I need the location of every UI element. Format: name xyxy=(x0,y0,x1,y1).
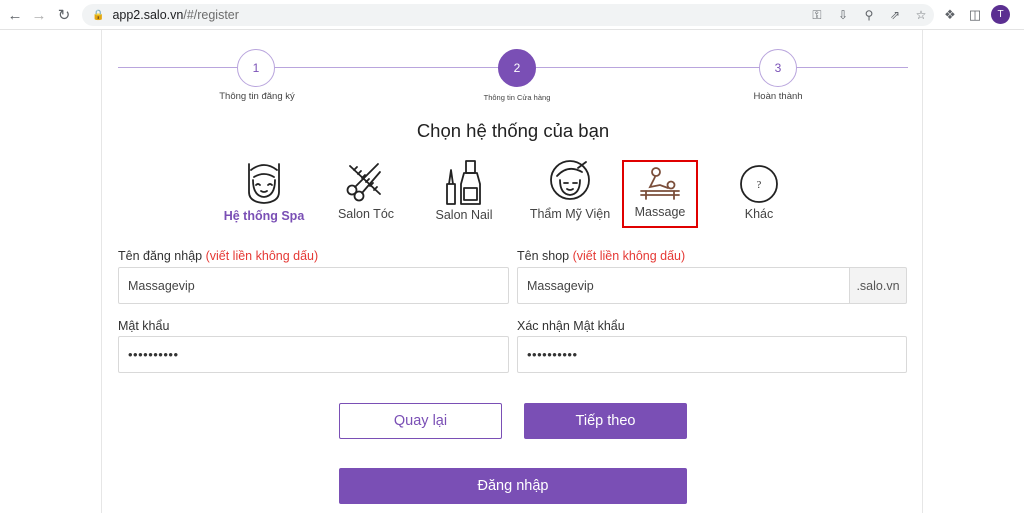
system-label-salon-toc: Salon Tóc xyxy=(337,207,395,221)
extensions-puzzle-icon[interactable]: ❖ xyxy=(939,4,961,26)
shop-hint: (viết liền không dấu) xyxy=(572,249,686,263)
svg-text:?: ? xyxy=(757,180,762,191)
question-icon: ? xyxy=(740,165,778,203)
step-2-label: Thông tin Cửa hàng xyxy=(483,93,551,102)
install-icon[interactable]: ⇩ xyxy=(830,4,856,26)
page-title: Chọn hệ thống của bạn xyxy=(416,120,610,141)
step-3-label: Hoàn thành xyxy=(753,91,803,102)
step-2-circle: 2 xyxy=(498,49,536,87)
system-option-tham-my-vien[interactable]: Thẩm Mỹ Viện xyxy=(520,158,620,221)
system-option-salon-toc[interactable]: Salon Tóc xyxy=(327,158,405,221)
browser-toolbar: ← → ↻ 🔒 app2.salo.vn/#/register ⚿ ⇩ ⚲ ⇗ … xyxy=(0,0,1024,30)
login-button[interactable]: Đăng nhập xyxy=(339,468,687,504)
scissors-comb-icon xyxy=(346,163,381,202)
zoom-icon[interactable]: ⚲ xyxy=(856,4,882,26)
system-option-massage[interactable]: Massage xyxy=(622,160,698,228)
nail-polish-icon xyxy=(446,160,481,205)
confirm-password-input[interactable]: •••••••••• xyxy=(517,336,907,373)
system-option-salon-nail[interactable]: Salon Nail xyxy=(428,158,500,222)
massage-icon xyxy=(640,167,680,200)
forward-arrow-icon[interactable]: → xyxy=(28,4,50,26)
key-icon[interactable]: ⚿ xyxy=(804,4,830,26)
system-label-spa: Hệ thống Spa xyxy=(223,209,305,223)
username-hint: (viết liền không dấu) xyxy=(205,249,319,263)
system-label-tham-my-vien: Thẩm Mỹ Viện xyxy=(529,207,611,221)
system-label-massage: Massage xyxy=(634,205,686,219)
reload-icon[interactable]: ↻ xyxy=(53,4,75,26)
bookmark-star-icon[interactable]: ☆ xyxy=(908,4,934,26)
url-host: app2.salo.vn xyxy=(112,8,184,22)
system-label-khac: Khác xyxy=(744,207,774,221)
shop-name-input[interactable]: Massagevip xyxy=(517,267,850,304)
username-input[interactable]: Massagevip xyxy=(118,267,509,304)
profile-avatar[interactable]: T xyxy=(991,5,1010,24)
url-path: /#/register xyxy=(183,8,239,22)
username-label: Tên đăng nhập (viết liền không dấu) xyxy=(118,249,318,263)
shop-domain-suffix: .salo.vn xyxy=(850,267,907,304)
next-button[interactable]: Tiếp theo xyxy=(524,403,687,439)
system-label-salon-nail: Salon Nail xyxy=(435,208,493,222)
back-button[interactable]: Quay lại xyxy=(339,403,502,439)
register-page: 1 Thông tin đăng ký 2 Thông tin Cửa hàng… xyxy=(101,30,923,513)
password-input[interactable]: •••••••••• xyxy=(118,336,509,373)
share-icon[interactable]: ⇗ xyxy=(882,4,908,26)
password-label: Mật khẩu xyxy=(118,319,170,333)
side-panel-icon[interactable]: ◫ xyxy=(964,4,986,26)
shop-label: Tên shop (viết liền không dấu) xyxy=(517,249,685,263)
spa-face-icon xyxy=(248,163,280,204)
lock-icon: 🔒 xyxy=(92,9,105,21)
beauty-face-icon xyxy=(550,160,590,200)
system-option-khac[interactable]: ? Khác xyxy=(730,164,788,221)
shop-label-text: Tên shop xyxy=(517,249,570,263)
system-option-spa[interactable]: Hệ thống Spa xyxy=(222,158,306,223)
username-label-text: Tên đăng nhập xyxy=(118,249,203,263)
back-arrow-icon[interactable]: ← xyxy=(4,4,26,26)
step-3-circle: 3 xyxy=(759,49,797,87)
step-1-circle: 1 xyxy=(237,49,275,87)
step-1-label: Thông tin đăng ký xyxy=(219,91,295,102)
address-bar[interactable]: 🔒 app2.salo.vn/#/register ⚿ ⇩ ⚲ ⇗ ☆ xyxy=(82,4,934,26)
confirm-password-label: Xác nhận Mật khẩu xyxy=(517,319,625,333)
